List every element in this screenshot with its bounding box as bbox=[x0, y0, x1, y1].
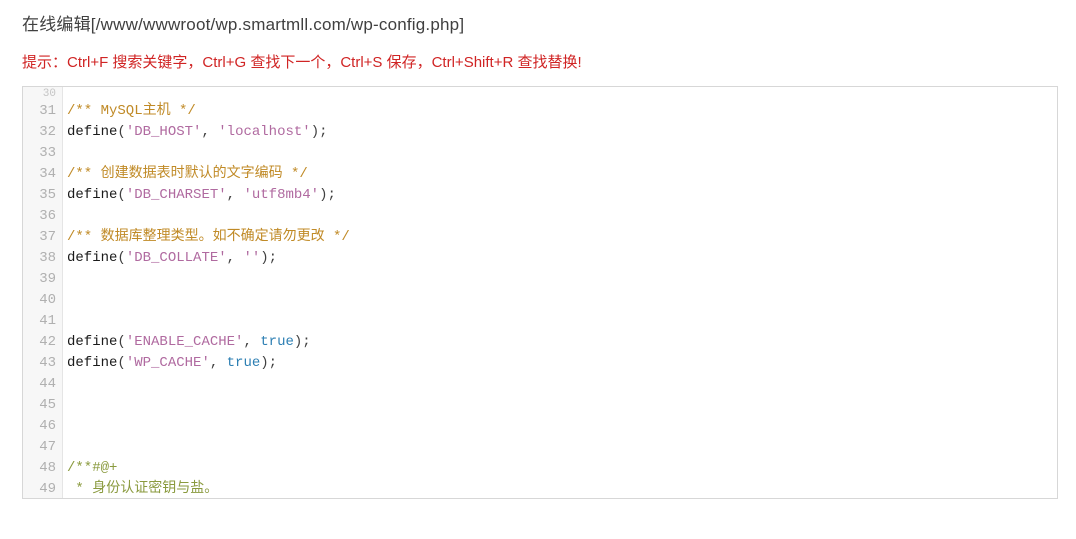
token-function: define bbox=[67, 124, 117, 140]
token-punct: ); bbox=[260, 355, 277, 371]
token-punct: , bbox=[210, 355, 227, 371]
line-number: 44 bbox=[33, 374, 56, 395]
code-line[interactable]: define('WP_CACHE', true); bbox=[67, 353, 1057, 374]
docblock: /**#@+ bbox=[67, 460, 117, 476]
token-punct: ); bbox=[319, 187, 336, 203]
token-punct: ( bbox=[117, 334, 125, 350]
code-line[interactable]: /** 创建数据表时默认的文字编码 */ bbox=[67, 164, 1057, 185]
token-punct: , bbox=[227, 187, 244, 203]
line-number: 41 bbox=[33, 311, 56, 332]
line-number: 42 bbox=[33, 332, 56, 353]
line-number: 34 bbox=[33, 164, 56, 185]
line-number: 46 bbox=[33, 416, 56, 437]
line-number: 47 bbox=[33, 437, 56, 458]
line-number: 36 bbox=[33, 206, 56, 227]
token-string: 'ENABLE_CACHE' bbox=[126, 334, 244, 350]
token-punct: ); bbox=[311, 124, 328, 140]
token-punct: ( bbox=[117, 187, 125, 203]
line-number: 31 bbox=[33, 101, 56, 122]
line-number: 38 bbox=[33, 248, 56, 269]
code-line[interactable]: define('DB_CHARSET', 'utf8mb4'); bbox=[67, 185, 1057, 206]
code-line[interactable]: define('ENABLE_CACHE', true); bbox=[67, 332, 1057, 353]
token-punct: , bbox=[243, 334, 260, 350]
line-number: 39 bbox=[33, 269, 56, 290]
code-line[interactable] bbox=[67, 437, 1057, 458]
token-keyword: true bbox=[227, 355, 261, 371]
window-title: 在线编辑[/www/wwwroot/wp.smartmll.com/wp-con… bbox=[0, 0, 1076, 49]
code-line[interactable]: define('DB_HOST', 'localhost'); bbox=[67, 122, 1057, 143]
line-number: 48 bbox=[33, 458, 56, 479]
code-line[interactable] bbox=[67, 87, 1057, 101]
token-punct: ( bbox=[117, 250, 125, 266]
token-punct: ( bbox=[117, 355, 125, 371]
token-string: '' bbox=[243, 250, 260, 266]
token-keyword: true bbox=[260, 334, 294, 350]
code-line[interactable] bbox=[67, 311, 1057, 332]
code-line[interactable] bbox=[67, 290, 1057, 311]
token-string: 'WP_CACHE' bbox=[126, 355, 210, 371]
code-line[interactable] bbox=[67, 143, 1057, 164]
line-number: 43 bbox=[33, 353, 56, 374]
line-number: 32 bbox=[33, 122, 56, 143]
line-number: 33 bbox=[33, 143, 56, 164]
line-number: 49 bbox=[33, 479, 56, 499]
token-punct: ( bbox=[117, 124, 125, 140]
code-editor[interactable]: 30 31 32 33 34 35 36 37 38 39 40 41 42 4… bbox=[22, 86, 1058, 499]
keyboard-hint: 提示：Ctrl+F 搜索关键字，Ctrl+G 查找下一个，Ctrl+S 保存，C… bbox=[0, 49, 1076, 86]
line-number: 40 bbox=[33, 290, 56, 311]
line-number-gutter: 30 31 32 33 34 35 36 37 38 39 40 41 42 4… bbox=[23, 87, 63, 499]
token-string: 'DB_HOST' bbox=[126, 124, 202, 140]
comment: /** 数据库整理类型。如不确定请勿更改 */ bbox=[67, 229, 350, 245]
code-line[interactable]: /**#@+ bbox=[67, 458, 1057, 479]
token-punct: ); bbox=[260, 250, 277, 266]
token-string: 'localhost' bbox=[218, 124, 310, 140]
token-function: define bbox=[67, 187, 117, 203]
comment: /** 创建数据表时默认的文字编码 */ bbox=[67, 166, 308, 182]
token-function: define bbox=[67, 355, 117, 371]
comment: /** MySQL主机 */ bbox=[67, 103, 196, 119]
token-function: define bbox=[67, 250, 117, 266]
token-string: 'DB_CHARSET' bbox=[126, 187, 227, 203]
line-number: 35 bbox=[33, 185, 56, 206]
token-function: define bbox=[67, 334, 117, 350]
code-line[interactable]: * 身份认证密钥与盐。 bbox=[67, 479, 1057, 499]
code-line[interactable] bbox=[67, 206, 1057, 227]
token-punct: ); bbox=[294, 334, 311, 350]
code-line[interactable]: /** MySQL主机 */ bbox=[67, 101, 1057, 122]
code-area[interactable]: /** MySQL主机 */ define('DB_HOST', 'localh… bbox=[63, 87, 1057, 499]
token-punct: , bbox=[227, 250, 244, 266]
code-line[interactable] bbox=[67, 416, 1057, 437]
code-line[interactable] bbox=[67, 395, 1057, 416]
docblock: * 身份认证密钥与盐。 bbox=[67, 481, 218, 497]
token-string: 'DB_COLLATE' bbox=[126, 250, 227, 266]
line-number: 45 bbox=[33, 395, 56, 416]
code-line[interactable]: define('DB_COLLATE', ''); bbox=[67, 248, 1057, 269]
code-line[interactable] bbox=[67, 269, 1057, 290]
code-line[interactable]: /** 数据库整理类型。如不确定请勿更改 */ bbox=[67, 227, 1057, 248]
token-punct: , bbox=[201, 124, 218, 140]
code-line[interactable] bbox=[67, 374, 1057, 395]
token-string: 'utf8mb4' bbox=[243, 187, 319, 203]
line-number: 30 bbox=[33, 87, 56, 101]
line-number: 37 bbox=[33, 227, 56, 248]
